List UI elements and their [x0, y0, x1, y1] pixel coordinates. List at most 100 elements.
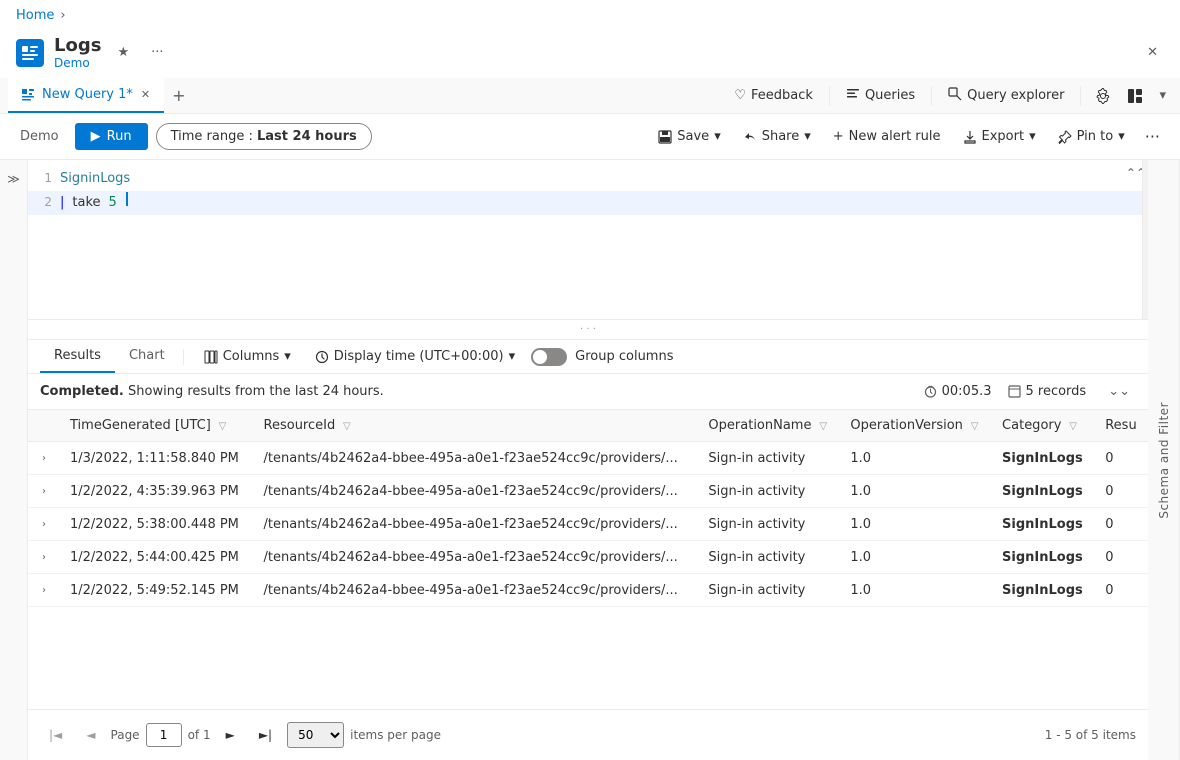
- filter-icon-category[interactable]: ▽: [1069, 421, 1077, 432]
- col-operation-name: OperationName ▽: [698, 410, 840, 442]
- col-expand: [28, 410, 60, 442]
- cell-version: 1.0: [840, 442, 992, 475]
- cell-version: 1.0: [840, 574, 992, 607]
- row-expand-button[interactable]: ›: [38, 484, 50, 499]
- pin-to-button[interactable]: Pin to ▾: [1048, 124, 1135, 149]
- tab-new-query-1[interactable]: New Query 1* ✕: [8, 78, 164, 113]
- drag-handle[interactable]: · · ·: [28, 320, 1148, 340]
- filter-icon-resource[interactable]: ▽: [343, 421, 351, 432]
- settings-button[interactable]: [1089, 84, 1117, 108]
- page-last-button[interactable]: ►|: [250, 723, 281, 747]
- tab-close-button[interactable]: ✕: [139, 86, 152, 103]
- row-expand-button[interactable]: ›: [38, 550, 50, 565]
- code-editor[interactable]: 1 SigninLogs 2 | take 5 ⌃⌃: [28, 160, 1148, 320]
- tab-label: New Query 1*: [42, 87, 133, 102]
- tab-icon: [20, 87, 36, 103]
- results-table: TimeGenerated [UTC] ▽ ResourceId ▽ Opera…: [28, 410, 1148, 607]
- table-header-row: TimeGenerated [UTC] ▽ ResourceId ▽ Opera…: [28, 410, 1148, 442]
- cursor-caret: [126, 192, 128, 206]
- page-of-label: of 1: [188, 728, 211, 742]
- pin-button[interactable]: ★: [111, 41, 135, 64]
- query-explorer-button[interactable]: Query explorer: [940, 83, 1072, 109]
- save-icon: [658, 130, 672, 144]
- queries-button[interactable]: Queries: [838, 83, 923, 109]
- results-table-container: TimeGenerated [UTC] ▽ ResourceId ▽ Opera…: [28, 410, 1148, 709]
- columns-button[interactable]: Columns ▾: [196, 345, 299, 368]
- filter-icon-version[interactable]: ▽: [971, 421, 979, 432]
- cell-category: SignInLogs: [992, 508, 1095, 541]
- app-subtitle: Demo: [54, 56, 101, 70]
- page-label: Page: [111, 728, 140, 742]
- page-number-input[interactable]: [146, 723, 182, 747]
- workspace-badge: Demo: [12, 129, 67, 144]
- schema-label[interactable]: Schema and Filter: [1153, 394, 1175, 527]
- close-button[interactable]: ✕: [1141, 41, 1164, 64]
- page-prev-button[interactable]: ◄: [77, 723, 104, 747]
- group-columns-label: Group columns: [575, 349, 673, 364]
- elapsed-time: 00:05.3: [924, 384, 992, 399]
- tab-add-button[interactable]: +: [164, 82, 193, 109]
- per-page-select[interactable]: 50 100 200: [287, 722, 344, 748]
- pin-chevron-icon: ▾: [1118, 129, 1125, 144]
- share-button[interactable]: Share ▾: [733, 124, 821, 149]
- cell-time: 1/2/2022, 5:38:00.448 PM: [60, 508, 254, 541]
- row-expand-button[interactable]: ›: [38, 583, 50, 598]
- cell-time: 1/2/2022, 4:35:39.963 PM: [60, 475, 254, 508]
- cell-resource: /tenants/4b2462a4-bbee-495a-a0e1-f23ae52…: [254, 574, 699, 607]
- divider-3: [1080, 86, 1081, 106]
- tab-bar: New Query 1* ✕ + ♡ Feedback Queries Quer…: [0, 78, 1180, 114]
- export-icon: [963, 130, 977, 144]
- cell-version: 1.0: [840, 541, 992, 574]
- layout-expand-button[interactable]: ▾: [1153, 84, 1172, 107]
- status-right: 00:05.3 5 records ⌄⌄: [924, 380, 1136, 403]
- results-panel: Results Chart Columns ▾ Display time (UT…: [28, 340, 1148, 760]
- tab-chart[interactable]: Chart: [115, 340, 179, 373]
- feedback-button[interactable]: ♡ Feedback: [726, 84, 821, 107]
- page-first-button[interactable]: |◄: [40, 723, 71, 747]
- items-count: 1 - 5 of 5 items: [1045, 728, 1136, 742]
- breadcrumb-home[interactable]: Home: [16, 8, 54, 23]
- status-bar: Completed. Showing results from the last…: [28, 374, 1148, 410]
- cell-result: 0: [1095, 508, 1148, 541]
- export-button[interactable]: Export ▾: [953, 124, 1046, 149]
- app-title: Logs: [54, 35, 101, 56]
- line-number-2: 2: [36, 193, 52, 212]
- group-columns-toggle[interactable]: [531, 348, 567, 366]
- page-next-button[interactable]: ►: [217, 723, 244, 747]
- col-result: Resu: [1095, 410, 1148, 442]
- queries-icon: [846, 87, 860, 105]
- side-panel-toggle[interactable]: ≫: [0, 160, 28, 760]
- app-title-group: Logs Demo ★ ···: [16, 35, 170, 70]
- divider-1: [829, 86, 830, 106]
- status-text: Completed. Showing results from the last…: [40, 384, 384, 399]
- logs-icon: [20, 43, 40, 63]
- display-time-button[interactable]: Display time (UTC+00:00) ▾: [307, 345, 523, 368]
- cell-category: SignInLogs: [992, 574, 1095, 607]
- editor-scrollbar: [1142, 160, 1148, 319]
- new-alert-button[interactable]: + New alert rule: [823, 124, 951, 149]
- filter-icon-operation[interactable]: ▽: [819, 421, 827, 432]
- layout-button[interactable]: [1121, 84, 1149, 108]
- expand-results-button[interactable]: ⌄⌄: [1102, 380, 1136, 403]
- cell-result: 0: [1095, 541, 1148, 574]
- cell-result: 0: [1095, 574, 1148, 607]
- run-button[interactable]: ▶ Run: [75, 123, 148, 150]
- time-range-button[interactable]: Time range : Last 24 hours: [156, 123, 372, 150]
- cell-version: 1.0: [840, 508, 992, 541]
- table-row: › 1/2/2022, 5:38:00.448 PM /tenants/4b24…: [28, 508, 1148, 541]
- app-icon: [16, 39, 44, 67]
- filter-icon-time[interactable]: ▽: [219, 421, 227, 432]
- save-button[interactable]: Save ▾: [648, 124, 730, 149]
- col-operation-version: OperationVersion ▽: [840, 410, 992, 442]
- tab-results[interactable]: Results: [40, 340, 115, 373]
- row-expand-button[interactable]: ›: [38, 451, 50, 466]
- row-expand-button[interactable]: ›: [38, 517, 50, 532]
- layout-icon: [1127, 88, 1143, 104]
- app-header: Logs Demo ★ ··· ✕: [0, 31, 1180, 78]
- divider-2: [931, 86, 932, 106]
- cell-version: 1.0: [840, 475, 992, 508]
- share-chevron-icon: ▾: [804, 129, 811, 144]
- app-more-button[interactable]: ···: [145, 41, 169, 64]
- share-icon: [743, 130, 757, 144]
- toolbar-more-button[interactable]: ···: [1137, 122, 1168, 151]
